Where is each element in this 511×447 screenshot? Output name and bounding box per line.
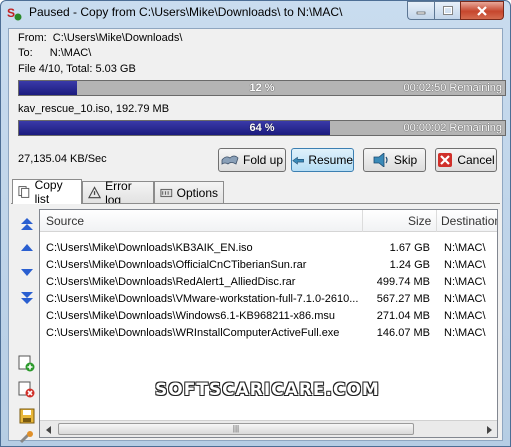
row-source: C:\Users\Mike\Downloads\OfficialCnCTiber… bbox=[46, 259, 307, 271]
maximize-icon bbox=[442, 6, 453, 15]
row-size: 1.24 GB bbox=[389, 259, 430, 271]
error-log-icon bbox=[88, 185, 102, 198]
minimize-icon bbox=[416, 11, 426, 14]
skip-label: Skip bbox=[393, 153, 418, 167]
resume-button[interactable]: Resume bbox=[291, 148, 354, 172]
arrow-right-icon bbox=[486, 425, 492, 434]
copy-list-icon bbox=[18, 186, 30, 198]
options-icon bbox=[160, 188, 173, 197]
add-files-button[interactable] bbox=[17, 354, 37, 374]
from-path: C:\Users\Mike\Downloads\ bbox=[52, 32, 183, 44]
table-row[interactable]: C:\Users\Mike\Downloads\RedAlert1_Allied… bbox=[40, 273, 497, 291]
copy-list-panel: Source Size Destination C:\Users\Mike\Do… bbox=[11, 203, 500, 444]
to-label: To: bbox=[18, 47, 33, 59]
close-button[interactable] bbox=[460, 1, 504, 20]
scrollbar-thumb[interactable]: ||| bbox=[58, 423, 414, 435]
tab-options-label: Options bbox=[176, 185, 218, 200]
row-source: C:\Users\Mike\Downloads\RedAlert1_Allied… bbox=[46, 276, 296, 288]
total-time-remaining: 00:02:50 Remaining bbox=[403, 82, 502, 94]
resume-label: Resume bbox=[308, 153, 353, 167]
move-down-button[interactable] bbox=[17, 262, 37, 282]
file-time-remaining: 00:00:02 Remaining bbox=[403, 122, 502, 134]
row-destination: N:\MAC\ bbox=[444, 310, 486, 322]
scroll-right-button[interactable] bbox=[480, 421, 497, 437]
row-size: 499.74 MB bbox=[376, 276, 430, 288]
move-up-button[interactable] bbox=[17, 238, 37, 258]
row-size: 271.04 MB bbox=[376, 310, 430, 322]
svg-text:S: S bbox=[7, 6, 15, 20]
table-row[interactable]: C:\Users\Mike\Downloads\OfficialCnCTiber… bbox=[40, 256, 497, 274]
app-icon: S bbox=[7, 6, 22, 21]
column-source[interactable]: Source bbox=[46, 214, 84, 228]
move-to-bottom-button[interactable] bbox=[17, 288, 37, 308]
from-line: From: C:\Users\Mike\Downloads\ bbox=[18, 32, 182, 44]
fold-up-label: Fold up bbox=[242, 153, 284, 167]
table-row[interactable]: C:\Users\Mike\Downloads\WRInstallCompute… bbox=[40, 324, 497, 342]
skip-icon bbox=[373, 153, 388, 167]
arrow-down-icon bbox=[21, 269, 33, 276]
remove-file-icon bbox=[18, 381, 35, 398]
remove-files-button[interactable] bbox=[17, 380, 37, 400]
cancel-label: Cancel bbox=[457, 153, 495, 167]
row-size: 567.27 MB bbox=[376, 293, 430, 305]
to-line: To: N:\MAC\ bbox=[18, 47, 91, 59]
double-arrow-down-icon bbox=[21, 292, 33, 304]
row-destination: N:\MAC\ bbox=[444, 327, 486, 339]
transfer-speed: 27,135.04 KB/Sec bbox=[18, 153, 107, 165]
double-arrow-up-icon bbox=[21, 218, 33, 230]
file-summary: File 4/10, Total: 5.03 GB bbox=[18, 63, 136, 75]
column-divider[interactable] bbox=[436, 210, 437, 232]
copy-list[interactable]: Source Size Destination C:\Users\Mike\Do… bbox=[39, 209, 498, 438]
save-icon bbox=[19, 408, 35, 424]
tools-icon bbox=[19, 431, 33, 444]
maximize-button[interactable] bbox=[434, 1, 460, 20]
column-divider[interactable] bbox=[362, 210, 363, 232]
cancel-icon bbox=[438, 153, 453, 167]
tab-options[interactable]: Options bbox=[154, 181, 224, 203]
row-destination: N:\MAC\ bbox=[444, 293, 486, 305]
teracopy-window: S Paused - Copy from C:\Users\Mike\Downl… bbox=[0, 0, 511, 447]
close-icon bbox=[477, 5, 487, 16]
skip-button[interactable]: Skip bbox=[363, 148, 426, 172]
table-row[interactable]: C:\Users\Mike\Downloads\Windows6.1-KB968… bbox=[40, 307, 497, 325]
row-destination: N:\MAC\ bbox=[444, 259, 486, 271]
scroll-left-button[interactable] bbox=[40, 421, 57, 437]
tools-button[interactable] bbox=[17, 430, 37, 444]
column-size[interactable]: Size bbox=[408, 214, 431, 228]
arrow-up-icon bbox=[21, 244, 33, 251]
minimize-button[interactable] bbox=[407, 1, 434, 20]
table-row[interactable]: C:\Users\Mike\Downloads\VMware-workstati… bbox=[40, 290, 497, 308]
list-header: Source Size Destination bbox=[40, 210, 497, 232]
file-progress-bar: 64 % 00:00:02 Remaining bbox=[18, 120, 506, 136]
row-source: C:\Users\Mike\Downloads\Windows6.1-KB968… bbox=[46, 310, 335, 322]
title-bar[interactable]: S Paused - Copy from C:\Users\Mike\Downl… bbox=[1, 1, 510, 27]
row-destination: N:\MAC\ bbox=[444, 242, 486, 254]
tab-error-log[interactable]: Error log bbox=[82, 179, 154, 207]
row-size: 146.07 MB bbox=[376, 327, 430, 339]
from-label: From: bbox=[18, 32, 47, 44]
tab-copy-list-label: Copy list bbox=[34, 178, 63, 206]
row-source: C:\Users\Mike\Downloads\VMware-workstati… bbox=[46, 293, 359, 305]
horizontal-scrollbar[interactable]: ||| bbox=[40, 420, 497, 437]
table-row[interactable]: C:\Users\Mike\Downloads\KB3AIK_EN.iso 1.… bbox=[40, 239, 497, 257]
tab-copy-list[interactable]: Copy list bbox=[12, 178, 82, 206]
arrow-left-icon bbox=[45, 425, 51, 434]
row-source: C:\Users\Mike\Downloads\WRInstallCompute… bbox=[46, 327, 340, 339]
watermark: SOFTSCARICARE.COM bbox=[155, 380, 380, 400]
fold-up-button[interactable]: Fold up bbox=[218, 148, 286, 172]
window-title: Paused - Copy from C:\Users\Mike\Downloa… bbox=[29, 5, 343, 19]
column-destination[interactable]: Destination bbox=[441, 214, 497, 228]
cancel-button[interactable]: Cancel bbox=[435, 148, 497, 172]
row-size: 1.67 GB bbox=[389, 242, 430, 254]
move-to-top-button[interactable] bbox=[17, 214, 37, 234]
to-path: N:\MAC\ bbox=[49, 47, 92, 59]
add-file-icon bbox=[18, 355, 35, 372]
row-destination: N:\MAC\ bbox=[444, 276, 486, 288]
row-source: C:\Users\Mike\Downloads\KB3AIK_EN.iso bbox=[46, 242, 253, 254]
total-progress-bar: 12 % 00:02:50 Remaining bbox=[18, 80, 506, 96]
fold-up-icon bbox=[221, 155, 239, 165]
save-list-button[interactable] bbox=[17, 406, 37, 426]
current-file: kav_rescue_10.iso, 192.79 MB bbox=[18, 103, 170, 115]
resume-icon bbox=[292, 156, 304, 165]
